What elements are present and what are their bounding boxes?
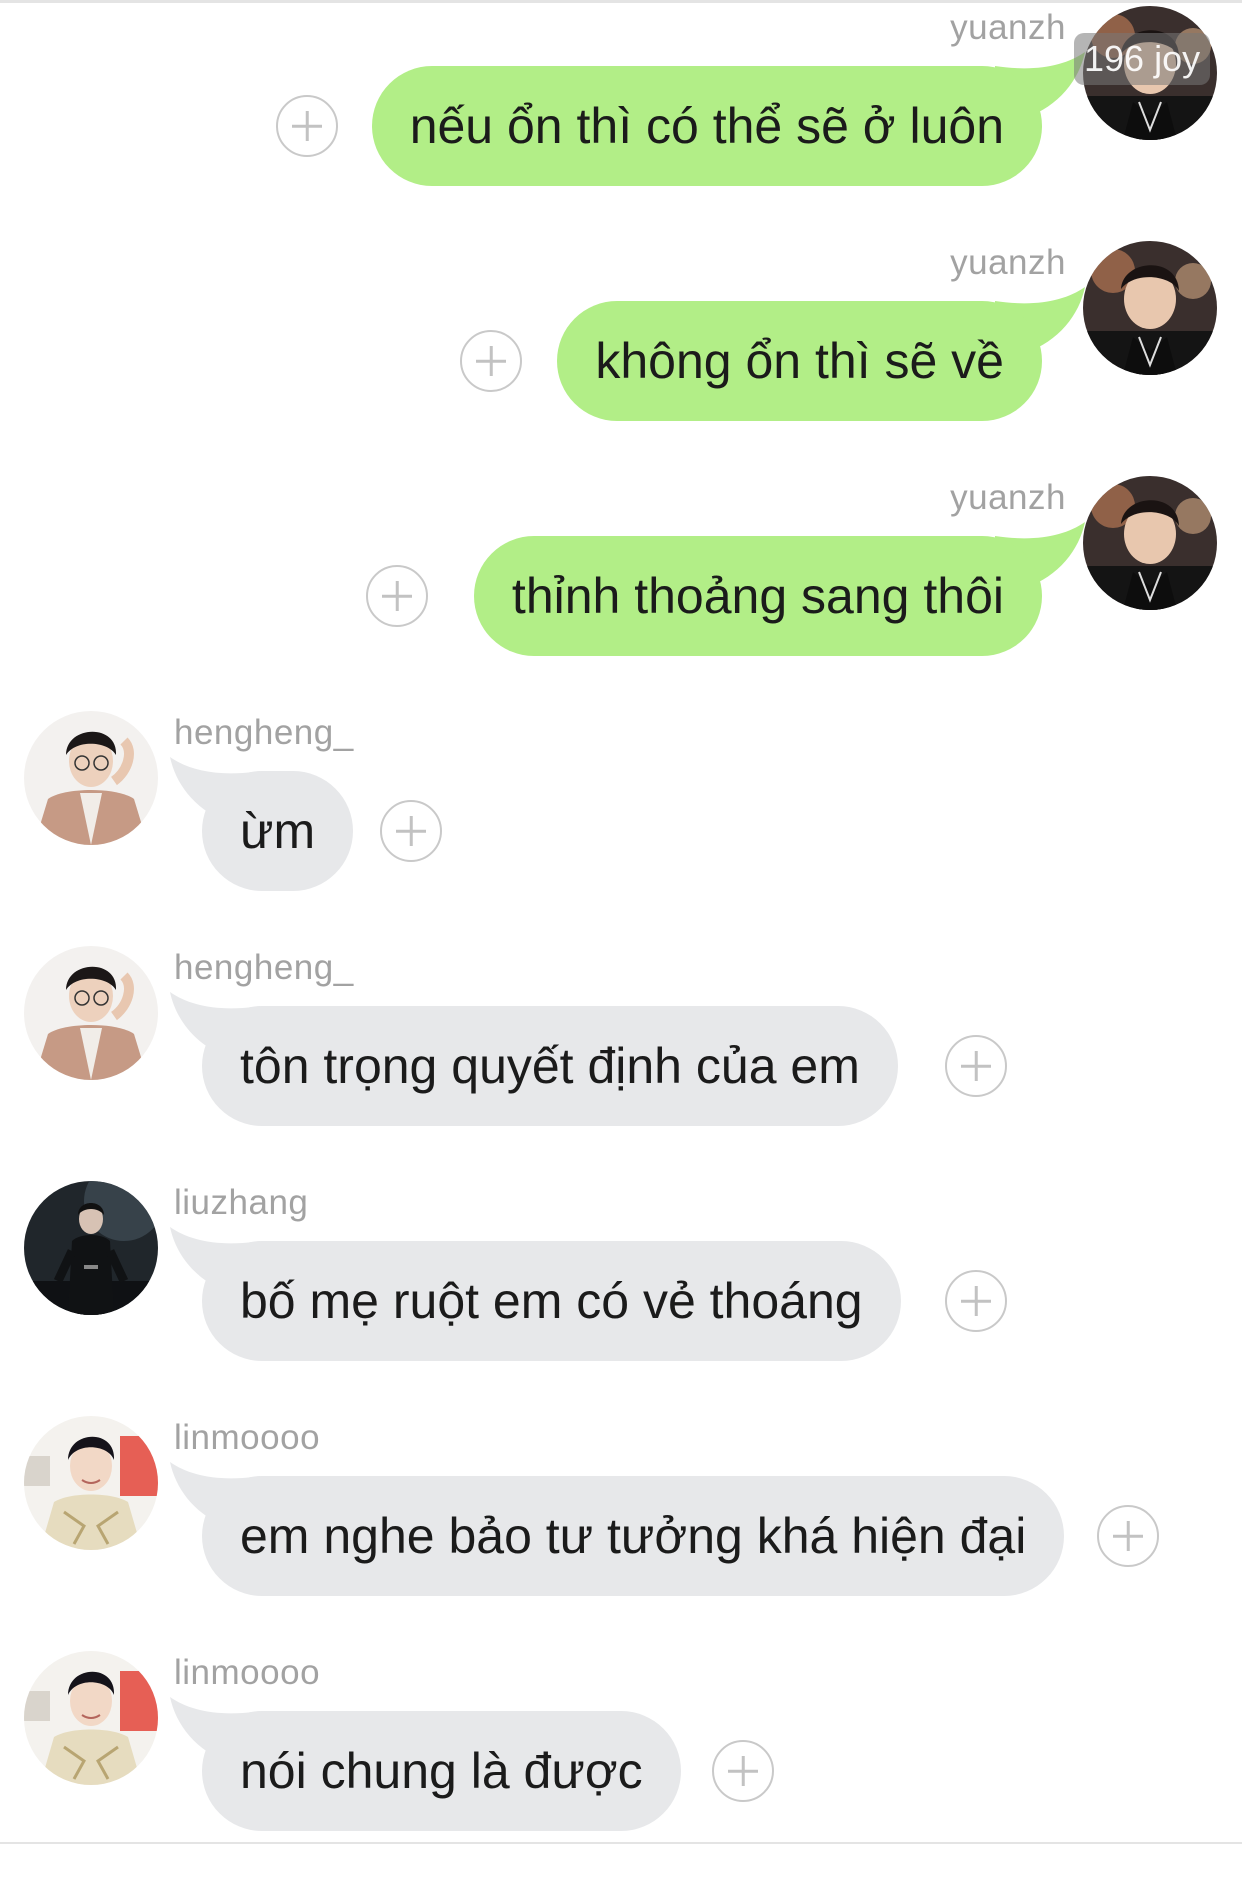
watermark: 196 joy: [1074, 33, 1211, 85]
avatar-hengheng[interactable]: [24, 711, 158, 845]
username: hengheng_: [174, 948, 354, 987]
avatar-liuzhang[interactable]: [24, 1181, 158, 1315]
message-row: yuanzh thỉnh thoảng sang thôi: [0, 470, 1242, 705]
add-reaction-icon[interactable]: [380, 800, 442, 862]
add-reaction-icon[interactable]: [945, 1035, 1007, 1097]
add-reaction-icon[interactable]: [366, 565, 428, 627]
username: hengheng_: [174, 713, 354, 752]
username: linmoooo: [174, 1653, 321, 1692]
message-row: hengheng_ ừm: [0, 705, 1242, 940]
avatar-hengheng[interactable]: [24, 946, 158, 1080]
username: yuanzh: [950, 8, 1066, 47]
message-row: hengheng_ tôn trọng quyết định của em: [0, 940, 1242, 1175]
message-bubble[interactable]: nếu ổn thì có thể sẽ ở luôn: [371, 66, 1042, 186]
message-row: linmoooo nói chung là được: [0, 1645, 1242, 1880]
message-bubble[interactable]: tôn trọng quyết định của em: [202, 1006, 898, 1126]
avatar-linmoooo[interactable]: [24, 1651, 158, 1785]
message-row: yuanzh không ổn thì sẽ về: [0, 235, 1242, 470]
username: liuzhang: [174, 1183, 309, 1222]
message-bubble[interactable]: nói chung là được: [202, 1711, 681, 1831]
message-bubble[interactable]: em nghe bảo tư tưởng khá hiện đại: [202, 1476, 1065, 1596]
add-reaction-icon[interactable]: [945, 1270, 1007, 1332]
message-row: liuzhang bố mẹ ruột em có vẻ thoáng: [0, 1175, 1242, 1410]
avatar-yuanzh[interactable]: [1083, 241, 1217, 375]
username: yuanzh: [950, 243, 1066, 282]
message-row: linmoooo em nghe bảo tư tưởng khá hiện đ…: [0, 1410, 1242, 1645]
username: yuanzh: [950, 478, 1066, 517]
username: linmoooo: [174, 1418, 321, 1457]
message-row: yuanzh nếu ổn thì có thể sẽ ở luôn 196 j…: [0, 0, 1242, 235]
message-bubble[interactable]: không ổn thì sẽ về: [557, 301, 1042, 421]
avatar-linmoooo[interactable]: [24, 1416, 158, 1550]
add-reaction-icon[interactable]: [460, 330, 522, 392]
message-bubble[interactable]: thỉnh thoảng sang thôi: [473, 536, 1042, 656]
message-bubble[interactable]: bố mẹ ruột em có vẻ thoáng: [202, 1241, 901, 1361]
add-reaction-icon[interactable]: [1097, 1505, 1159, 1567]
add-reaction-icon[interactable]: [712, 1740, 774, 1802]
add-reaction-icon[interactable]: [276, 95, 338, 157]
message-bubble[interactable]: ừm: [202, 771, 354, 891]
avatar-yuanzh[interactable]: [1083, 476, 1217, 610]
